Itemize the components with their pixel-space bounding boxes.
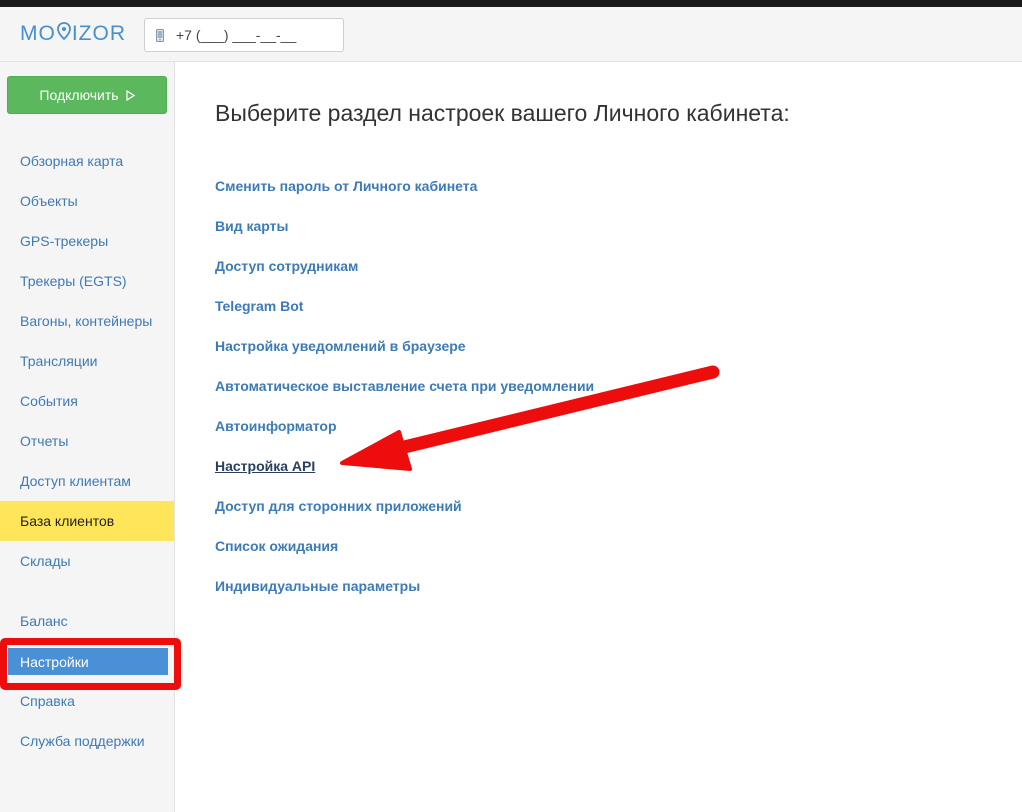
link-api-settings[interactable]: Настройка API — [215, 458, 315, 474]
logo-text-left: MO — [20, 22, 56, 45]
phone-search-field[interactable] — [144, 18, 344, 52]
sidebar-item-balance[interactable]: Баланс — [0, 601, 174, 641]
sidebar-item-support[interactable]: Служба поддержки — [0, 721, 174, 761]
link-employee-access[interactable]: Доступ сотрудникам — [215, 258, 358, 274]
movizor-logo[interactable]: MO IZOR — [20, 21, 126, 47]
map-pin-icon — [56, 22, 71, 41]
sidebar-item-warehouses[interactable]: Склады — [0, 541, 174, 581]
link-auto-invoice[interactable]: Автоматическое выставление счета при уве… — [215, 378, 594, 394]
sidebar-item-label: Объекты — [20, 193, 78, 209]
link-autoinformer[interactable]: Автоинформатор — [215, 418, 337, 434]
connect-button[interactable]: Подключить — [7, 76, 167, 114]
sidebar-item-client-access[interactable]: Доступ клиентам — [0, 461, 174, 501]
link-map-view[interactable]: Вид карты — [215, 218, 288, 234]
link-third-party-apps[interactable]: Доступ для сторонних приложений — [215, 498, 462, 514]
connect-button-label: Подключить — [39, 87, 119, 103]
link-individual-parameters[interactable]: Индивидуальные параметры — [215, 578, 420, 594]
link-browser-notifications[interactable]: Настройка уведомлений в браузере — [215, 338, 466, 354]
sidebar-item-label: Вагоны, контейнеры — [20, 313, 153, 329]
sidebar-item-client-base[interactable]: База клиентов — [0, 501, 174, 541]
sidebar-item-broadcasts[interactable]: Трансляции — [0, 341, 174, 381]
play-arrow-icon — [125, 89, 135, 101]
sidebar-item-gps-trackers[interactable]: GPS-трекеры — [0, 221, 174, 261]
link-telegram-bot[interactable]: Telegram Bot — [215, 298, 303, 314]
logo-text-right: IZOR — [71, 22, 126, 45]
sidebar-item-label: Отчеты — [20, 433, 69, 449]
page-title: Выберите раздел настроек вашего Личного … — [215, 100, 790, 126]
sidebar-item-overview-map[interactable]: Обзорная карта — [0, 141, 174, 181]
sidebar-item-label: GPS-трекеры — [20, 233, 109, 249]
settings-content: Выберите раздел настроек вашего Личного … — [175, 62, 1022, 812]
sidebar-item-label: Доступ клиентам — [20, 473, 131, 489]
sidebar-item-label: Обзорная карта — [20, 153, 124, 169]
sidebar-item-label: Баланс — [20, 613, 68, 629]
sidebar-item-objects[interactable]: Объекты — [0, 181, 174, 221]
link-change-password[interactable]: Сменить пароль от Личного кабинета — [215, 178, 477, 194]
sidebar-item-label: Трансляции — [20, 353, 98, 369]
sidebar-item-help[interactable]: Справка — [0, 681, 174, 721]
sidebar-item-wagons-containers[interactable]: Вагоны, контейнеры — [0, 301, 174, 341]
sidebar-item-reports[interactable]: Отчеты — [0, 421, 174, 461]
mobile-phone-icon — [156, 28, 164, 42]
sidebar-item-egts-trackers[interactable]: Трекеры (EGTS) — [0, 261, 174, 301]
sidebar-item-label: База клиентов — [20, 513, 115, 529]
sidebar-item-label: Трекеры (EGTS) — [20, 273, 127, 289]
link-waiting-list[interactable]: Список ожидания — [215, 538, 338, 554]
phone-input[interactable] — [176, 27, 326, 43]
sidebar-item-label: Склады — [20, 553, 71, 569]
sidebar-item-label: Настройки — [20, 653, 89, 670]
sidebar: Подключить Обзорная карта Объекты GPS-тр… — [0, 62, 181, 812]
sidebar-item-events[interactable]: События — [0, 381, 174, 421]
window-top-strip — [0, 0, 1022, 7]
sidebar-item-label: Справка — [20, 693, 75, 709]
sidebar-item-label: Служба поддержки — [20, 733, 145, 749]
sidebar-item-settings[interactable]: Настройки — [8, 648, 168, 675]
app-header: MO IZOR — [0, 7, 1022, 62]
sidebar-item-label: События — [20, 393, 78, 409]
